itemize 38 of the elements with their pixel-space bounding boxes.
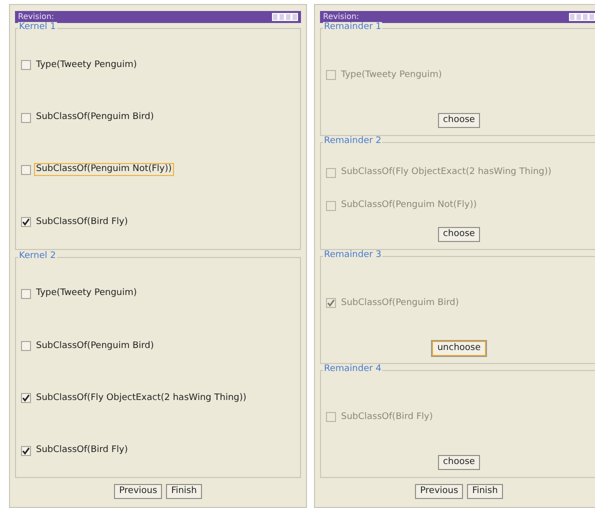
checkbox[interactable]: [21, 446, 31, 456]
checkbox-label: SubClassOf(Bird Fly): [35, 444, 129, 458]
checkmark-icon: [22, 218, 30, 226]
checkbox[interactable]: [21, 164, 31, 175]
checkmark-icon: [22, 446, 30, 455]
checkbox-label: SubClassOf(Penguim Bird): [35, 340, 155, 353]
checkbox[interactable]: [21, 288, 31, 299]
nav-button[interactable]: Finish: [166, 484, 202, 499]
nav-button[interactable]: Finish: [467, 484, 503, 499]
checkbox[interactable]: [21, 341, 31, 352]
checkbox[interactable]: [21, 60, 31, 70]
checkmark-icon: [22, 394, 30, 402]
checkbox-label: Type(Tweety Penguim): [35, 58, 138, 72]
checkmark-icon: [327, 299, 335, 307]
choose-button[interactable]: choose: [438, 227, 480, 242]
checkbox-label: SubClassOf(Penguim Bird): [35, 111, 155, 124]
checkbox-label: SubClassOf(Bird Fly): [35, 216, 129, 229]
checkbox-label: SubClassOf(Fly ObjectExact(2 hasWing Thing)): [340, 166, 552, 179]
nav-button[interactable]: Previous: [114, 484, 162, 499]
choose-button[interactable]: choose: [438, 113, 480, 128]
checkbox[interactable]: [21, 217, 31, 228]
checkbox-label: Type(Tweety Penguim): [340, 68, 443, 82]
checkbox[interactable]: [21, 112, 31, 123]
group-title: Kernel 2: [18, 250, 57, 262]
checkbox-label: SubClassOf(Bird Fly): [340, 410, 434, 424]
window-title: Revision:: [18, 12, 54, 22]
checkbox-label: Type(Tweety Penguim): [35, 287, 138, 300]
checkbox[interactable]: [21, 393, 31, 404]
checkbox-label: SubClassOf(Penguim Not(Fly)): [340, 199, 478, 212]
checkbox-label: SubClassOf(Fly ObjectExact(2 hasWing Thing)): [35, 392, 248, 405]
checkbox-label: SubClassOf(Penguim Not(Fly)): [34, 163, 174, 176]
window-controls-icon: [272, 13, 298, 21]
nav-button[interactable]: Previous: [415, 484, 464, 499]
choose-button[interactable]: choose: [438, 455, 480, 470]
window-controls-icon: [569, 13, 595, 21]
choose-button[interactable]: unchoose: [432, 341, 486, 356]
window-title: Revision:: [323, 12, 360, 22]
checkbox-label: SubClassOf(Penguim Bird): [340, 296, 460, 310]
